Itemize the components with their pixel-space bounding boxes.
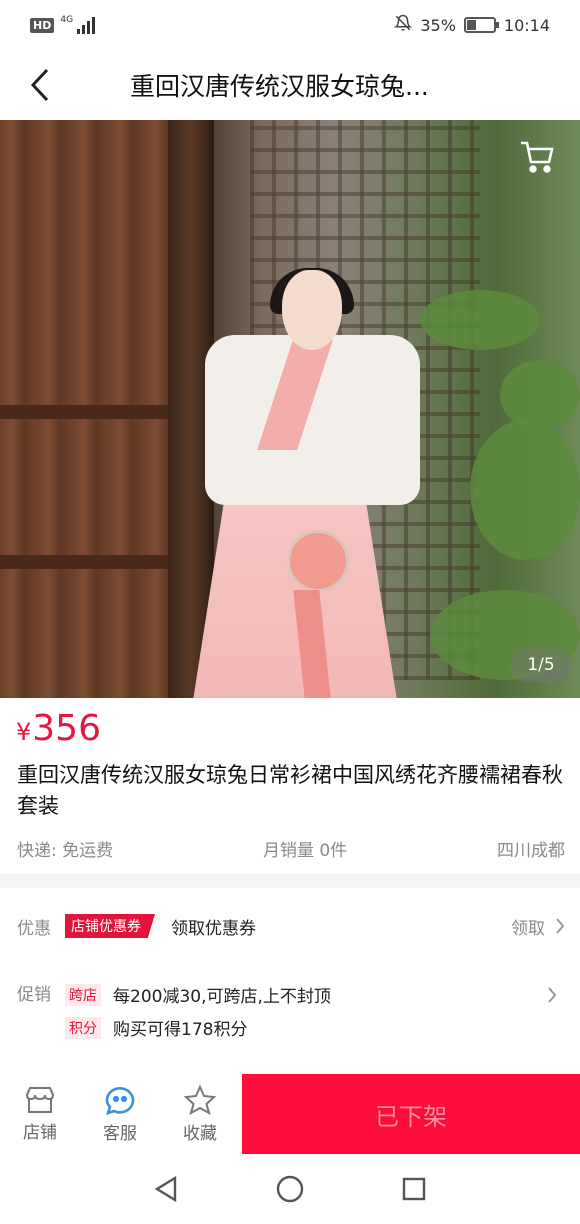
coupon-text: 领取优惠券 bbox=[171, 918, 256, 939]
mute-icon bbox=[394, 14, 413, 36]
battery-icon bbox=[463, 17, 499, 33]
chevron-right-icon bbox=[548, 987, 557, 1003]
currency-symbol: ¥ bbox=[16, 718, 32, 746]
header: 重回汉唐传统汉服女琼兔... bbox=[0, 52, 580, 118]
store-button[interactable]: 店铺 bbox=[0, 1074, 80, 1154]
price: ¥ 356 bbox=[16, 708, 101, 749]
shipping-info: 快递: 免运费 bbox=[17, 841, 114, 861]
product-meta: 快递: 免运费 月销量 0件 四川成都 bbox=[17, 836, 565, 861]
promo-list: 跨店 每200减30,可跨店,上不封顶 积分 购买可得178积分 bbox=[65, 982, 547, 1040]
cart-icon bbox=[521, 141, 554, 173]
image-page-indicator: 1/5 bbox=[510, 648, 572, 682]
promo-item: 跨店 每200减30,可跨店,上不封顶 bbox=[65, 982, 547, 1007]
product-image-gallery[interactable]: 1/5 bbox=[0, 120, 580, 698]
section-divider bbox=[0, 874, 580, 888]
chevron-left-icon bbox=[30, 68, 49, 102]
promo-label: 促销 bbox=[17, 985, 51, 1005]
coupon-row[interactable]: 优惠 店铺优惠券 领取优惠券 领取 bbox=[17, 906, 565, 946]
clock: 10:14 bbox=[503, 15, 550, 35]
image-background bbox=[0, 120, 170, 698]
price-value: 356 bbox=[32, 708, 101, 749]
cart-button[interactable] bbox=[514, 134, 560, 180]
nav-recents-button[interactable] bbox=[394, 1169, 434, 1209]
customer-service-button[interactable]: 客服 bbox=[80, 1074, 160, 1154]
status-right: 35% 10:14 bbox=[394, 14, 550, 36]
network-type: 4G bbox=[60, 15, 74, 25]
status-left: HD 4G bbox=[30, 15, 96, 34]
circle-home-icon bbox=[276, 1175, 304, 1203]
square-recents-icon bbox=[402, 1177, 426, 1201]
promo-item: 积分 购买可得178积分 bbox=[65, 1015, 547, 1040]
favorite-label: 收藏 bbox=[183, 1123, 217, 1144]
promotion-row[interactable]: 促销 跨店 每200减30,可跨店,上不封顶 积分 购买可得178积分 bbox=[17, 980, 565, 1040]
triangle-back-icon bbox=[154, 1175, 177, 1203]
system-nav-bar bbox=[0, 1154, 580, 1224]
customer-service-label: 客服 bbox=[103, 1123, 137, 1144]
battery-fill bbox=[466, 20, 476, 30]
back-button[interactable] bbox=[0, 52, 80, 118]
battery-percent: 35% bbox=[420, 15, 456, 35]
store-icon bbox=[25, 1086, 55, 1113]
claim-label: 领取 bbox=[511, 918, 545, 939]
promo-text: 购买可得178积分 bbox=[113, 1020, 248, 1040]
nav-back-button[interactable] bbox=[146, 1169, 186, 1209]
store-label: 店铺 bbox=[23, 1122, 57, 1143]
monthly-sales: 月销量 0件 bbox=[262, 841, 348, 861]
status-bar: HD 4G 35% 10:14 bbox=[0, 0, 580, 50]
page-title: 重回汉唐传统汉服女琼兔... bbox=[130, 72, 429, 101]
star-icon bbox=[184, 1084, 216, 1115]
promo-tag: 积分 bbox=[65, 1016, 101, 1039]
location: 四川成都 bbox=[497, 841, 565, 861]
product-title: 重回汉唐传统汉服女琼兔日常衫裙中国风绣花齐腰襦裙春秋套装 bbox=[17, 763, 563, 818]
bottom-action-bar: 店铺 客服 收藏 已下架 bbox=[0, 1074, 580, 1154]
signal-icon: 4G bbox=[60, 15, 96, 34]
promo-tag: 跨店 bbox=[65, 983, 101, 1006]
nav-home-button[interactable] bbox=[270, 1169, 310, 1209]
claim-coupon-button[interactable]: 领取 bbox=[511, 914, 565, 939]
coupon-label: 优惠 bbox=[17, 918, 51, 939]
promo-text: 每200减30,可跨店,上不封顶 bbox=[113, 987, 331, 1007]
hd-icon: HD bbox=[30, 17, 55, 33]
off-shelf-button[interactable]: 已下架 bbox=[242, 1074, 580, 1154]
customer-service-icon bbox=[105, 1086, 135, 1115]
favorite-button[interactable]: 收藏 bbox=[160, 1074, 240, 1154]
chevron-right-icon bbox=[556, 918, 565, 934]
store-coupon-tag: 店铺优惠券 bbox=[65, 914, 155, 938]
